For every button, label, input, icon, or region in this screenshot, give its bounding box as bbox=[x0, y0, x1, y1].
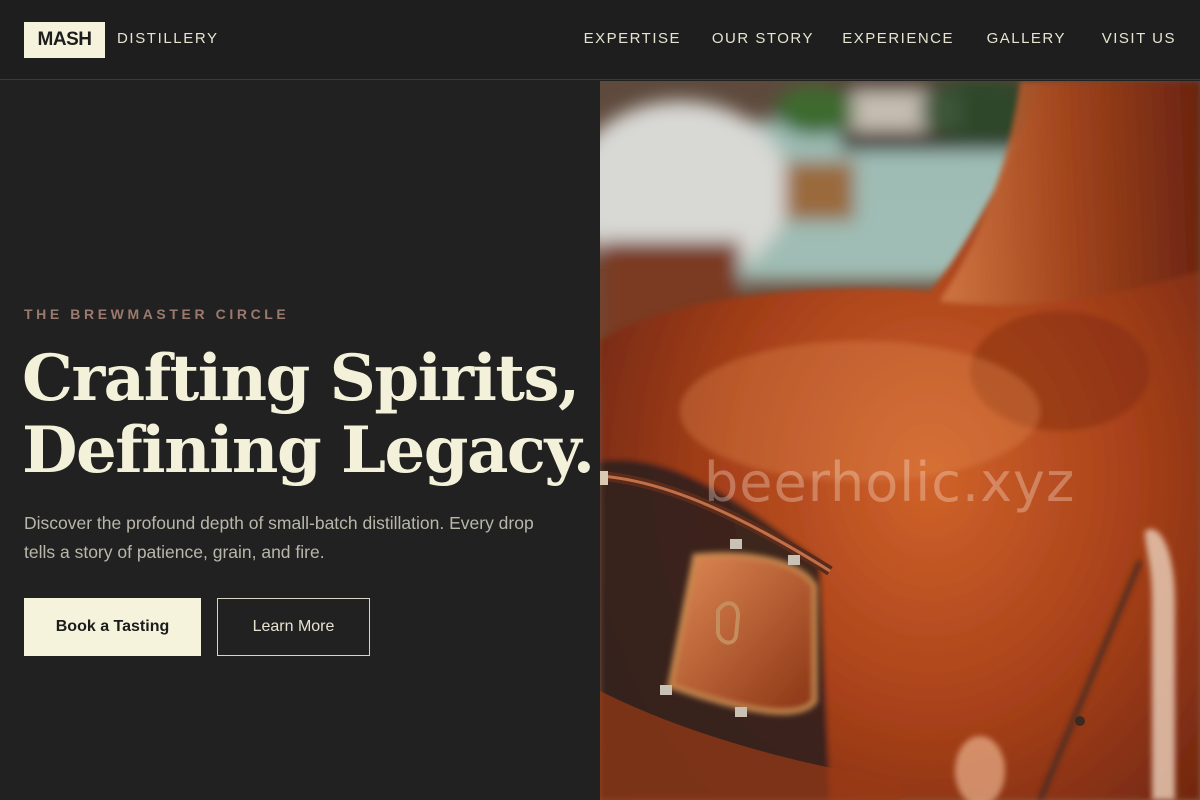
watermark-text: beerholic.xyz bbox=[704, 451, 1076, 514]
nav-item-visit-us[interactable]: VISIT US bbox=[1102, 30, 1176, 47]
nav-item-our-story[interactable]: OUR STORY bbox=[712, 30, 814, 47]
book-tasting-button[interactable]: Book a Tasting bbox=[24, 598, 201, 656]
hero-headline-line-2: Defining Legacy. bbox=[22, 413, 595, 488]
hero-text-panel: THE BREWMASTER CIRCLE Crafting Spirits, … bbox=[0, 81, 600, 800]
hero-headline-line-1: Crafting Spirits, bbox=[22, 341, 580, 416]
hero-eyebrow: THE BREWMASTER CIRCLE bbox=[24, 306, 290, 322]
logo-mash[interactable]: MASH bbox=[24, 22, 105, 58]
nav-item-experience[interactable]: EXPERIENCE bbox=[842, 30, 954, 47]
hero-headline: Crafting Spirits, Defining Legacy. bbox=[22, 341, 595, 488]
nav-item-gallery[interactable]: GALLERY bbox=[987, 30, 1066, 47]
learn-more-button[interactable]: Learn More bbox=[217, 598, 370, 656]
hero-image: beerholic.xyz bbox=[600, 81, 1200, 800]
top-navbar: MASH DISTILLERY EXPERTISE OUR STORY EXPE… bbox=[0, 0, 1200, 80]
logo-subtitle: DISTILLERY bbox=[117, 30, 219, 47]
nav-item-expertise[interactable]: EXPERTISE bbox=[584, 30, 681, 47]
copper-still-photo bbox=[600, 81, 1200, 800]
hero-description: Discover the profound depth of small-bat… bbox=[24, 513, 534, 562]
